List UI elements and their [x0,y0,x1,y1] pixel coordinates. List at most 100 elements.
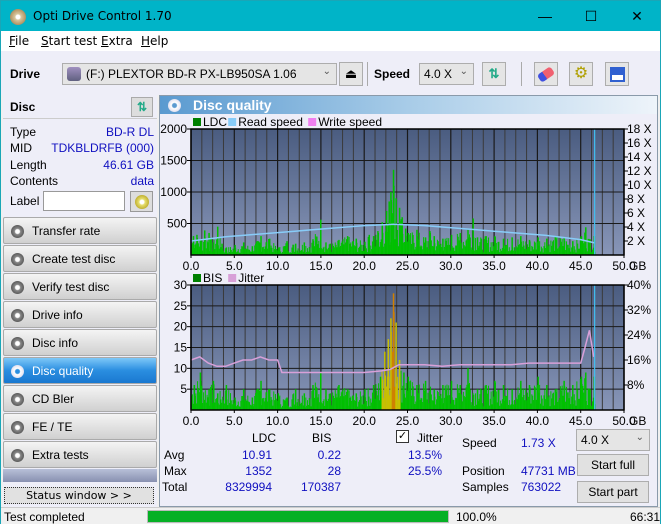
data-bar [494,380,496,410]
data-bar [308,397,310,410]
data-bar [224,248,226,255]
data-bar [591,401,593,410]
data-bar [358,401,360,410]
data-bar [479,394,481,410]
data-bar [314,382,316,410]
data-bar [561,239,563,255]
data-bar [490,391,492,410]
data-bar [341,241,343,255]
data-bar [511,237,513,255]
data-bar [421,398,423,410]
data-bar [382,379,384,410]
data-bar [401,217,403,255]
data-bar [275,245,277,255]
data-bar [205,248,207,255]
data-bar [574,249,576,255]
app-window: Opti Drive Control 1.70 — ☐ ✕ File Start… [0,0,661,524]
data-bar [273,391,275,410]
data-bar [488,237,490,255]
x-tick-label: 30.0 [439,259,463,273]
data-bar [533,385,535,410]
data-bar [521,246,523,255]
data-bar [546,385,548,410]
data-bar [534,242,536,255]
nav-extra-tests[interactable]: Extra tests [3,441,157,468]
data-bar [527,244,529,255]
data-bar [221,402,223,410]
data-bar [352,395,354,410]
data-bar [257,241,259,255]
data-bar [417,239,419,255]
data-bar [416,229,418,255]
data-bar [481,403,483,410]
data-bar [528,239,531,255]
x-tick-label: 20.0 [353,414,377,428]
data-bar [446,237,448,255]
data-bar [572,385,574,410]
test-speed-select[interactable]: 4.0 X ⌄ [576,429,650,451]
data-bar [379,242,381,255]
data-bar [526,400,528,410]
data-bar [355,238,358,255]
data-bar [531,394,533,410]
data-bar [497,241,499,255]
status-window-button[interactable]: Status window > > [4,487,154,504]
data-bar [470,402,472,410]
start-full-button[interactable]: Start full [577,454,649,476]
data-bar [268,389,270,410]
data-bar [468,234,470,255]
stats-avg-label: Avg [164,448,185,462]
data-bar [431,400,433,410]
x-tick-label: 45.0 [569,259,593,273]
data-bar [578,398,580,410]
data-bar [333,245,335,255]
data-bar [524,400,526,410]
nav-label: Extra tests [32,448,89,462]
data-bar [502,385,505,410]
data-bar [448,238,450,255]
data-bar [506,244,508,255]
data-bar [456,384,458,410]
data-bar [565,401,567,410]
data-bar [267,401,269,410]
data-bar [411,382,413,410]
data-bar [326,400,328,410]
data-bar [225,247,228,255]
x-axis-unit: GB [629,259,646,273]
data-bar [381,222,384,255]
x-tick-label: 0.0 [183,259,200,273]
data-bar [384,351,386,410]
data-bar [322,401,324,410]
data-bar [340,392,342,410]
data-bar [508,400,510,410]
chevron-down-icon: ⌄ [635,432,644,443]
data-bar [349,243,351,255]
data-bar [294,389,297,410]
data-bar [240,400,242,410]
data-bar [343,244,345,255]
data-bar [212,242,215,255]
progress-percent: 100.0% [456,510,497,524]
data-bar [297,248,299,255]
data-bar [234,397,236,410]
data-bar [447,395,449,410]
data-bar [285,398,287,410]
data-bar [395,198,397,255]
data-bar [271,399,273,410]
data-bar [266,391,268,410]
y-tick-label: 5 [180,382,187,396]
data-bar [316,387,318,410]
data-bar [234,244,236,255]
data-bar [544,389,546,410]
data-bar [462,241,464,255]
data-bar [441,398,443,410]
data-bar [300,402,302,410]
data-bar [218,404,220,410]
start-part-button[interactable]: Start part [577,481,649,503]
data-bar [197,387,199,410]
data-bar [524,248,526,255]
jitter-checkbox[interactable]: ✓ [396,430,409,443]
data-bar [352,395,354,410]
data-bar [448,385,450,410]
data-bar [488,385,490,410]
